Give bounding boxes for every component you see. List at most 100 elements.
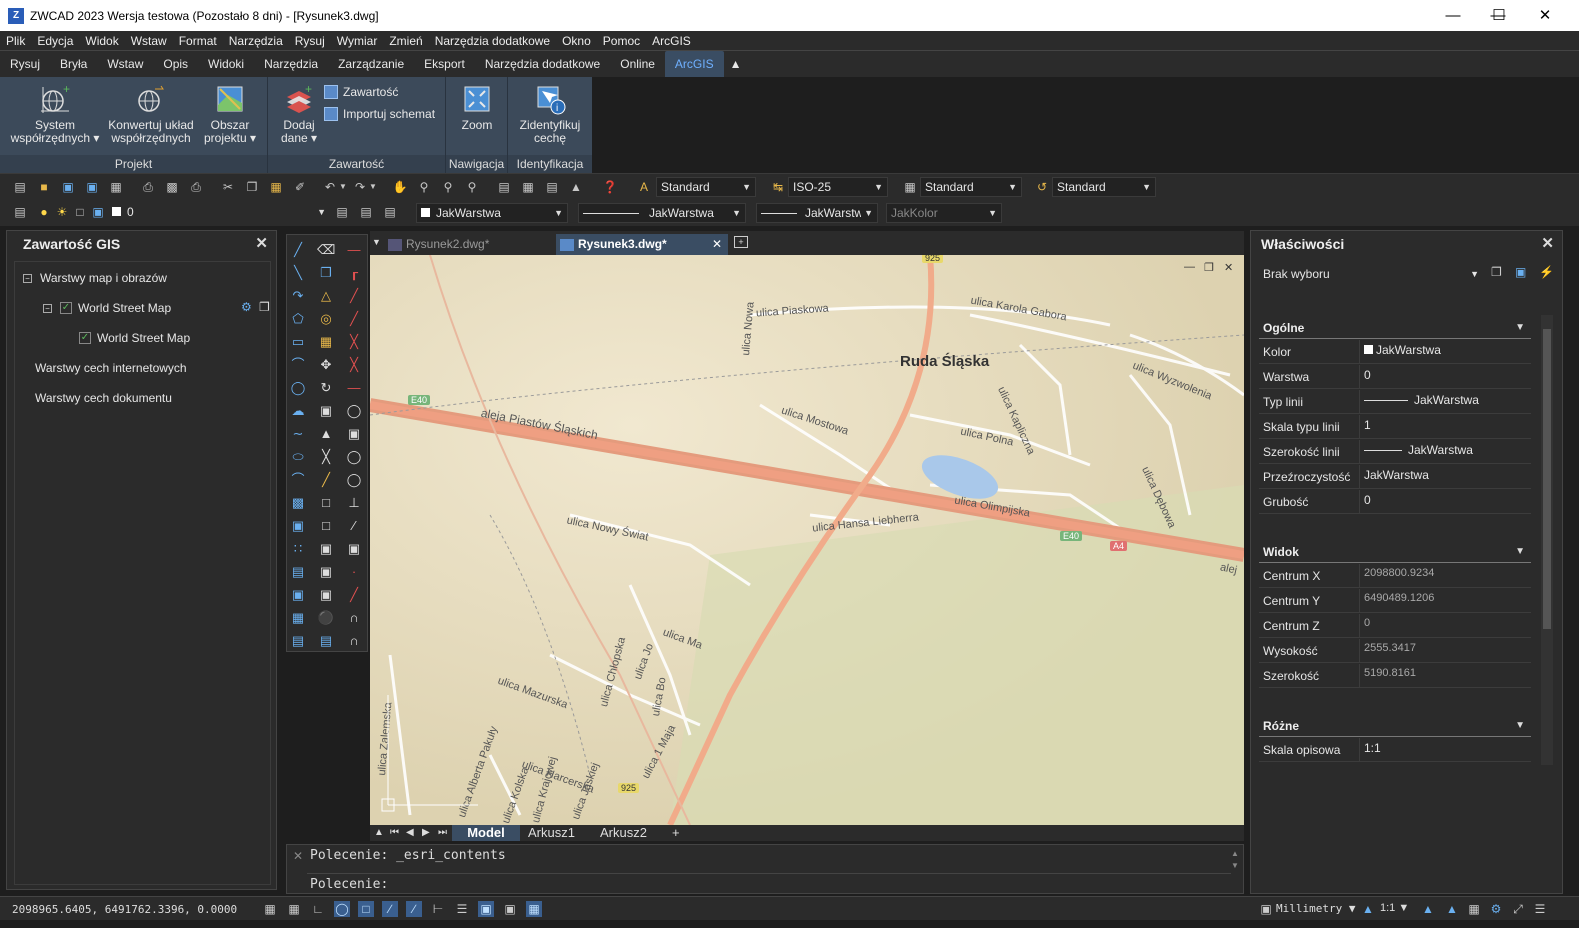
sublayer-visible-checkbox[interactable]: ✓ xyxy=(79,332,91,344)
table-icon[interactable]: ▦ xyxy=(289,609,307,627)
properties-icon[interactable]: ▤ xyxy=(496,179,512,195)
edit-block-icon[interactable]: ▤ xyxy=(317,632,335,650)
dynamic-input-icon[interactable]: ⊢ xyxy=(430,901,446,917)
snap-center-icon[interactable]: ◯ xyxy=(345,402,363,420)
prop-row[interactable]: Przeźroczystość JakWarstwa xyxy=(1259,465,1531,489)
layer-manager-icon[interactable]: ▤ xyxy=(12,204,28,220)
plotstyle-select[interactable]: JakKolor ▼ xyxy=(886,203,1002,223)
menu-pomoc[interactable]: Pomoc xyxy=(597,31,646,51)
tree-item-world-street-map-sublayer[interactable]: ✓ World Street Map xyxy=(79,328,190,348)
snap-cross-icon[interactable]: ╳ xyxy=(345,356,363,374)
tab-arkusz2[interactable]: Arkusz2 xyxy=(600,825,647,841)
quick-select-icon[interactable]: ⚡ xyxy=(1539,265,1554,279)
tab-model[interactable]: Model xyxy=(452,825,520,841)
color-select[interactable]: JakWarstwa ▼ xyxy=(416,203,568,223)
open-folder-icon[interactable]: ■ xyxy=(36,179,52,195)
region-icon[interactable]: ▣ xyxy=(289,586,307,604)
layer-select[interactable]: 0 ▼ xyxy=(108,203,330,223)
polar-tracking-icon[interactable]: ◯ xyxy=(334,901,350,917)
menu-zmien[interactable]: Zmień xyxy=(383,31,428,51)
menu-rysuj[interactable]: Rysuj xyxy=(289,31,331,51)
join-icon[interactable]: □ xyxy=(317,517,335,535)
design-center-icon[interactable]: ▦ xyxy=(520,179,536,195)
prop-row[interactable]: Kolor JakWarstwa xyxy=(1259,340,1531,364)
maximize-button[interactable]: ☐ xyxy=(1476,0,1522,31)
hardware-acceleration-icon[interactable]: ▦ xyxy=(1466,901,1482,917)
tab-narzedzia[interactable]: Narzędzia xyxy=(254,51,328,77)
bomb-explode-icon[interactable]: ⚫ xyxy=(317,609,335,627)
point-icon[interactable]: ∷ xyxy=(289,540,307,558)
zoom-previous-icon[interactable]: ⚲ xyxy=(464,179,480,195)
menu-narzedzia[interactable]: Narzędzia xyxy=(223,31,289,51)
settings-gear-icon[interactable]: ⚙ xyxy=(1488,901,1504,917)
tab-rysunek3[interactable]: Rysunek3.dwg* ✕ xyxy=(556,234,728,255)
make-block-icon[interactable]: ▣ xyxy=(289,517,307,535)
close-icon[interactable]: ✕ xyxy=(712,234,722,255)
menu-narzedzia-dodatkowe[interactable]: Narzędzia dodatkowe xyxy=(429,31,556,51)
snap-intersection-icon[interactable]: ╱ xyxy=(345,287,363,305)
scrollbar-thumb[interactable] xyxy=(1543,329,1551,629)
table-style-select[interactable]: Standard ▼ xyxy=(920,177,1022,197)
drawing-viewport-map[interactable]: Ruda Śląska ulica Piaskowa ulica Karola … xyxy=(370,255,1244,825)
linetype-select[interactable]: JakWarstwa ▼ xyxy=(578,203,746,223)
coordinate-system-button[interactable]: + System współrzędnych ▾ xyxy=(8,83,102,145)
section-view[interactable]: Widok ▼ xyxy=(1259,541,1531,563)
tree-item-web-feature-layers[interactable]: Warstwy cech internetowych xyxy=(35,358,187,378)
tab-narzedzia-dodatkowe[interactable]: Narzędzia dodatkowe xyxy=(475,51,610,77)
auto-scale-icon[interactable]: ▲ xyxy=(1444,901,1460,917)
arc-icon[interactable]: ⌒ xyxy=(289,356,307,374)
layer-visible-checkbox[interactable]: ✓ xyxy=(60,302,72,314)
properties-scrollbar[interactable] xyxy=(1541,315,1553,765)
copy-icon[interactable]: ❐ xyxy=(244,179,260,195)
spline-icon[interactable]: ∼ xyxy=(289,425,307,443)
grid-icon[interactable]: ▦ xyxy=(262,901,278,917)
menu-widok[interactable]: Widok xyxy=(79,31,124,51)
prop-row[interactable]: Centrum X 2098800.9234 xyxy=(1259,564,1531,588)
break-icon[interactable]: □ xyxy=(317,494,335,512)
snap-settings-icon[interactable]: ∩ xyxy=(345,632,363,650)
snap-grid-icon[interactable]: ▦ xyxy=(286,901,302,917)
redo-dropdown-icon[interactable]: ▼ xyxy=(368,179,378,195)
save-icon[interactable]: ▣ xyxy=(60,179,76,195)
polygon-icon[interactable]: ⬠ xyxy=(289,310,307,328)
revcloud-icon[interactable]: ☁ xyxy=(289,402,307,420)
offset-icon[interactable]: ◎ xyxy=(317,310,335,328)
text-style-select[interactable]: Standard ▼ xyxy=(656,177,756,197)
tab-opis[interactable]: Opis xyxy=(153,51,198,77)
annotation-scale-select[interactable]: 1:1 ▼ xyxy=(1380,902,1409,914)
refresh-layer-icon[interactable]: ⚙ xyxy=(241,300,252,314)
last-layout-icon[interactable]: ⏭ xyxy=(438,825,447,841)
convert-coordinates-button[interactable]: Konwertuj układ współrzędnych xyxy=(104,83,198,145)
layer-on-bulb-icon[interactable]: ● xyxy=(36,204,52,220)
viewport-close-icon[interactable]: ✕ xyxy=(1224,261,1233,274)
snap-perpendicular-icon[interactable]: ⊥ xyxy=(345,494,363,512)
tree-item-map-layers[interactable]: − Warstwy map i obrazów xyxy=(23,268,167,288)
add-data-button[interactable]: + Dodaj dane ▾ xyxy=(274,83,324,145)
fullscreen-icon[interactable]: ⤢ xyxy=(1510,901,1526,917)
redo-icon[interactable]: ↷ xyxy=(352,179,368,195)
annotation-visibility-icon[interactable]: ▲ xyxy=(1420,901,1436,917)
line-icon[interactable]: ╱ xyxy=(289,241,307,259)
rotate-icon[interactable]: ↻ xyxy=(317,379,335,397)
ray-icon[interactable]: ╲ xyxy=(289,264,307,282)
tab-wstaw[interactable]: Wstaw xyxy=(97,51,153,77)
close-icon[interactable]: ✕ xyxy=(293,849,303,863)
menu-plik[interactable]: Plik xyxy=(0,31,31,51)
undo-dropdown-icon[interactable]: ▼ xyxy=(338,179,348,195)
object-snap-icon[interactable]: □ xyxy=(358,901,374,917)
mirror-icon[interactable]: △ xyxy=(317,287,335,305)
contents-button[interactable]: Zawartość xyxy=(324,85,398,99)
object-snap-tracking-icon[interactable]: ∕ xyxy=(382,901,398,917)
next-layout-icon[interactable]: ▶ xyxy=(422,825,430,841)
snap-nearest-icon[interactable]: ╱ xyxy=(345,586,363,604)
sheet-set-icon[interactable]: ▲ xyxy=(568,179,584,195)
tab-eksport[interactable]: Eksport xyxy=(414,51,475,77)
save-all-icon[interactable]: ▦ xyxy=(108,179,124,195)
prop-row[interactable]: Grubość 0 xyxy=(1259,490,1531,514)
first-layout-icon[interactable]: ⏮ xyxy=(390,825,399,841)
tree-item-world-street-map[interactable]: − ✓ World Street Map xyxy=(43,298,171,318)
viewport-restore-icon[interactable]: ❐ xyxy=(1204,261,1214,274)
tab-arcgis[interactable]: ArcGIS xyxy=(664,51,724,77)
menu-okno[interactable]: Okno xyxy=(556,31,597,51)
snap-insertion-icon[interactable]: ▣ xyxy=(345,540,363,558)
